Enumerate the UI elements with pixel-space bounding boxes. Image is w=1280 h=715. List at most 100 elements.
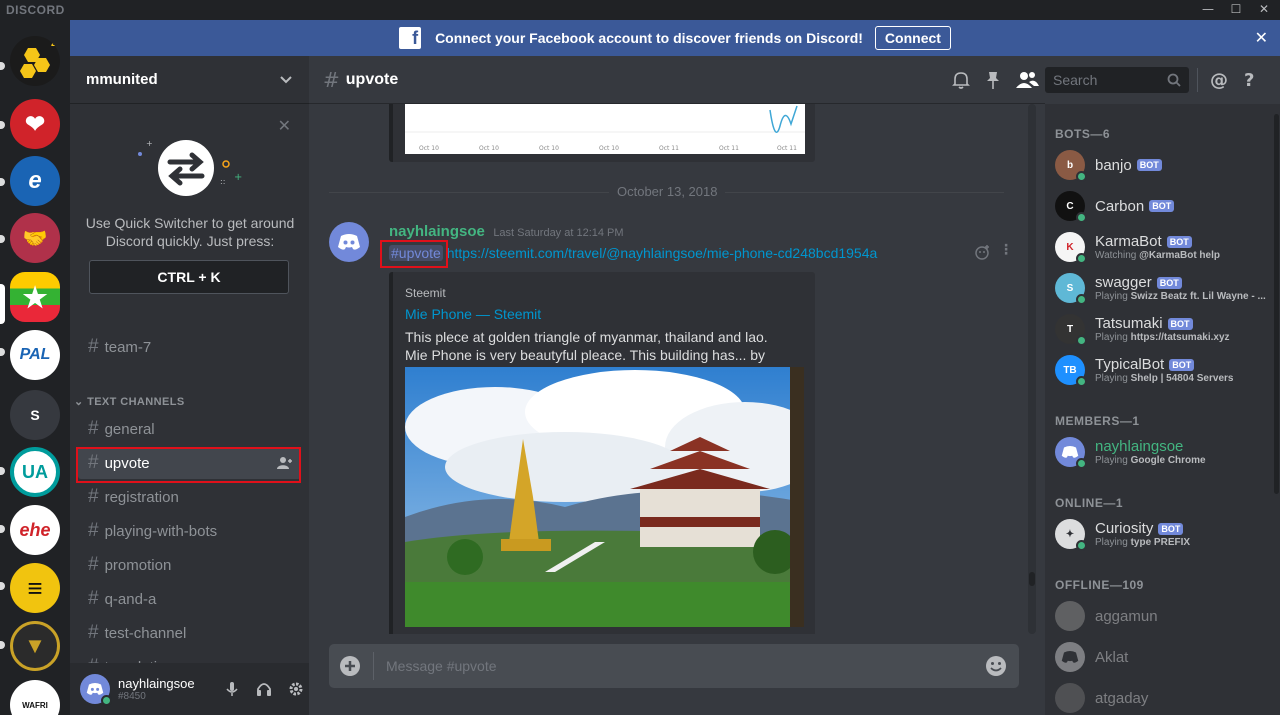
avatar[interactable]: [329, 222, 369, 262]
channel-team-7[interactable]: # team-7: [78, 331, 301, 363]
wafri-server[interactable]: WAFRI: [10, 680, 60, 715]
chevron-down-icon: ⌄: [74, 396, 88, 408]
bell-icon[interactable]: [951, 70, 971, 90]
embed-title[interactable]: Mie Phone — Steemit: [405, 306, 541, 322]
heart-server[interactable]: ❤: [10, 99, 60, 149]
member-tatsumaki[interactable]: T Tatsumaki BOT Playing https://tatsumaki…: [1055, 309, 1275, 349]
mention-count-badge: 2: [50, 38, 56, 48]
search-placeholder: Search: [1053, 72, 1098, 88]
scrollbar-thumb[interactable]: [1029, 572, 1035, 586]
member-karmabot[interactable]: K KarmaBot BOT Watching @KarmaBot help: [1055, 227, 1275, 267]
mentions-icon[interactable]: @: [1210, 70, 1228, 91]
avatar: K: [1055, 232, 1087, 264]
message-content: #upvote https://steemit.com/travel/@nayh…: [389, 245, 877, 261]
previous-embed: Oct 10 Oct 10 Oct 10 Oct 10 Oct 11 Oct 1…: [389, 104, 815, 162]
unread-indicator: [0, 348, 5, 356]
category-label: TEXT CHANNELS: [87, 396, 185, 408]
e-server[interactable]: e: [10, 156, 60, 206]
hash-icon: #: [88, 336, 99, 357]
more-options-icon[interactable]: ⋮: [999, 242, 1013, 258]
member-nayhlaingsoe[interactable]: nayhlaingsoe Playing Google Chrome: [1055, 432, 1275, 472]
channel-playing-with-bots[interactable]: # playing-with-bots: [78, 515, 301, 547]
close-icon[interactable]: ✕: [278, 116, 291, 135]
channel-test-channel[interactable]: # test-channel: [78, 617, 301, 649]
member-status: https://tatsumaki.xyz: [1130, 332, 1230, 343]
unread-indicator: [0, 641, 5, 649]
scrollbar-thumb[interactable]: [1274, 114, 1279, 494]
handshake-server[interactable]: 🤝: [10, 213, 60, 263]
message-link[interactable]: https://steemit.com/travel/@nayhlaingsoe…: [447, 245, 878, 261]
avatar: [1055, 683, 1085, 713]
facebook-connect-button[interactable]: Connect: [874, 26, 951, 50]
channel-q-and-a[interactable]: # q-and-a: [78, 583, 301, 615]
member-status: @KarmaBot help: [1139, 250, 1220, 261]
user-tag: #8450: [118, 691, 146, 702]
avatar: TB: [1055, 355, 1087, 387]
s-server[interactable]: S: [10, 390, 60, 440]
category-text-channels[interactable]: ⌄ TEXT CHANNELS: [74, 395, 185, 408]
maximize-button[interactable]: ☐: [1222, 0, 1250, 20]
gear-icon[interactable]: [288, 681, 304, 697]
member-curiosity[interactable]: ✦ Curiosity BOT Playing type PREFIX: [1055, 514, 1275, 554]
heart-icon: ❤: [24, 110, 46, 138]
channel-registration[interactable]: # registration: [78, 481, 301, 513]
quick-switcher-shortcut: CTRL + K: [89, 260, 289, 294]
member-typicalbot[interactable]: TB TypicalBot BOT Playing Shelp | 54804 S…: [1055, 350, 1275, 390]
menu-icon: ≡: [27, 572, 43, 603]
myanmar-flag-server[interactable]: ★: [10, 272, 60, 322]
member-aklat[interactable]: Aklat: [1055, 637, 1275, 677]
embed-image[interactable]: [405, 367, 804, 627]
member-list-icon[interactable]: [1015, 70, 1039, 90]
channel-label: promotion: [104, 556, 172, 574]
close-icon[interactable]: ✕: [1255, 28, 1268, 47]
online-status-dot: [1076, 458, 1087, 469]
message-author[interactable]: nayhlaingsoe: [389, 223, 485, 240]
member-name: aggamun: [1095, 607, 1158, 625]
shield-server[interactable]: ▼: [10, 621, 60, 671]
member-swagger[interactable]: S swagger BOT Playing Swizz Beatz ft. Lil…: [1055, 268, 1275, 308]
avatar-initial: TB: [1063, 364, 1077, 376]
bot-badge: BOT: [1166, 235, 1192, 248]
un-server[interactable]: UA: [10, 447, 60, 497]
selected-indicator: [0, 284, 5, 324]
bot-badge: BOT: [1167, 317, 1193, 330]
pin-icon[interactable]: [985, 70, 1001, 90]
scrollbar-track[interactable]: [1028, 104, 1036, 634]
member-aggamun[interactable]: aggamun: [1055, 596, 1275, 636]
search-input[interactable]: Search: [1045, 67, 1189, 93]
close-window-button[interactable]: ✕: [1250, 0, 1278, 20]
online-status-dot: [1076, 253, 1087, 264]
online-status-dot: [1076, 335, 1087, 346]
message-input[interactable]: Message #upvote: [329, 644, 1019, 688]
channel-general[interactable]: # general: [78, 413, 301, 445]
member-atgaday[interactable]: atgaday: [1055, 678, 1275, 715]
pal-server[interactable]: PAL: [10, 330, 60, 380]
emoji-icon[interactable]: [985, 655, 1007, 677]
channel-promotion[interactable]: # promotion: [78, 549, 301, 581]
add-reaction-icon[interactable]: [975, 244, 991, 260]
avatar-initial: C: [1066, 200, 1074, 212]
server-header[interactable]: mmunited: [70, 56, 309, 104]
avatar[interactable]: [80, 674, 112, 706]
ehe-server[interactable]: ehe: [10, 505, 60, 555]
minimize-button[interactable]: —: [1194, 0, 1222, 20]
member-banjo[interactable]: b banjo BOT: [1055, 145, 1275, 185]
channel-label: registration: [104, 488, 179, 506]
channel-sidebar: mmunited ✕ + + :: Use Quick Switcher to …: [70, 56, 309, 715]
avatar-initial: S: [1066, 282, 1074, 294]
headphones-icon[interactable]: [256, 681, 272, 697]
honeycomb-server[interactable]: 2: [10, 36, 60, 86]
star-icon: ★: [22, 281, 48, 313]
hash-icon: #: [88, 588, 99, 609]
title-bar: DISCORD — ☐ ✕: [0, 0, 1280, 20]
member-carbon[interactable]: C Carbon BOT: [1055, 186, 1275, 226]
member-name: Curiosity: [1095, 520, 1154, 537]
avatar: ✦: [1055, 519, 1087, 551]
chart-tick-label: Oct 11: [719, 145, 739, 152]
member-info: swagger BOT Playing Swizz Beatz ft. Lil W…: [1095, 274, 1270, 302]
help-icon[interactable]: ?: [1244, 70, 1254, 91]
online-status-dot: [1076, 171, 1087, 182]
add-attachment-icon[interactable]: [339, 655, 361, 677]
menu-server[interactable]: ≡: [10, 563, 60, 613]
microphone-icon[interactable]: [224, 681, 240, 697]
